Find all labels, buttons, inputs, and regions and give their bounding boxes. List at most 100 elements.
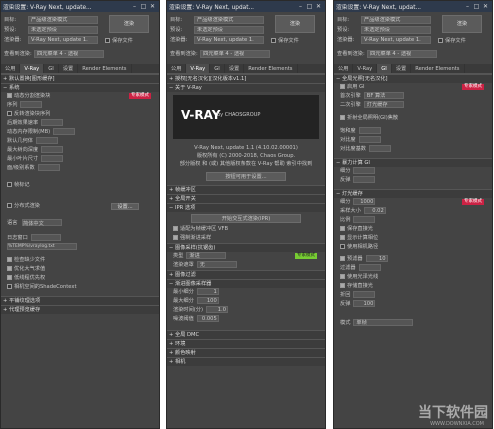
expert-mode-badge[interactable]: 专家模式 — [295, 253, 317, 259]
minimize-icon[interactable]: – — [296, 3, 305, 10]
tab-render-elements[interactable]: Render Elements — [78, 64, 132, 73]
maximize-icon[interactable]: □ — [305, 3, 314, 10]
preset-dropdown[interactable]: 未选定预设 — [28, 25, 98, 34]
checkbox[interactable] — [340, 283, 345, 288]
lc-prefilter-row[interactable]: 预滤器 10 — [334, 255, 492, 264]
tab-vray[interactable]: V-Ray — [20, 64, 45, 73]
render-time-field[interactable]: 1.0 — [206, 306, 228, 313]
saturation-field[interactable] — [358, 127, 381, 134]
tab-render-elements[interactable]: Render Elements — [244, 64, 298, 73]
primary-engine-dropdown[interactable]: BF 算法 — [363, 92, 404, 99]
section-color-mapping[interactable]: + 颜色映射 — [167, 348, 325, 357]
secondary-engine-dropdown[interactable]: 灯光缓存 — [363, 101, 404, 108]
bf-subdivs-field[interactable] — [353, 167, 376, 174]
fit-vfb-row[interactable]: 适配为帧缓冲区 VFB — [167, 225, 325, 234]
target-dropdown[interactable]: 产品级渲染模式 — [194, 15, 264, 24]
maximize-icon[interactable]: □ — [139, 3, 148, 10]
checkbox[interactable] — [7, 284, 12, 289]
lc-store-direct2-row[interactable]: 存储直接光 — [334, 282, 492, 291]
lc-bounces-field[interactable]: 100 — [353, 300, 376, 307]
refractive-caustics-row[interactable]: 折射全局照明(GI)焦散 — [334, 114, 492, 123]
lc-glossy-rays-row[interactable]: 使用光泽光线 — [334, 273, 492, 282]
reverse-sequence-row[interactable]: 反转渲染块序列 — [1, 110, 159, 119]
render-button[interactable]: 渲染 — [442, 15, 482, 33]
section-environment[interactable]: + 环境 — [167, 339, 325, 348]
optimize-atmos-row[interactable]: 优化大气求值 — [1, 265, 159, 274]
save-file-checkbox[interactable] — [271, 38, 276, 43]
checkbox[interactable] — [7, 266, 12, 271]
tab-vray[interactable]: V-Ray — [186, 64, 211, 73]
view-dropdown[interactable]: 四元菜单 4 - 透视 — [367, 49, 437, 58]
render-button[interactable]: 渲染 — [275, 15, 315, 33]
section-default-displacement[interactable]: + 默认置换[图形缓存] — [1, 74, 159, 83]
section-image-sampler[interactable]: − 图像采样(抗锯齿) — [167, 243, 325, 252]
section-ipr-options[interactable]: − IPR 选项 — [167, 203, 325, 212]
close-icon[interactable]: ✕ — [481, 3, 490, 10]
section-proxy-preview[interactable]: + 代理预览缓存 — [1, 305, 159, 314]
lc-mode-dropdown[interactable]: 单帧 — [353, 319, 414, 326]
render-mask-dropdown[interactable]: 无 — [196, 261, 237, 268]
tab-common[interactable]: 公用 — [334, 64, 354, 73]
post-effects-field[interactable] — [41, 119, 64, 126]
memory-field[interactable] — [53, 128, 76, 135]
lc-camera-path-row[interactable]: 使用相机路径 — [334, 243, 492, 252]
checkbox[interactable] — [340, 115, 345, 120]
expert-mode-badge[interactable]: 专家模式 — [462, 199, 484, 205]
checkbox[interactable] — [7, 257, 12, 262]
section-camera[interactable]: + 相机 — [167, 357, 325, 366]
minimize-icon[interactable]: – — [463, 3, 472, 10]
lc-subdivs-field[interactable]: 1000 — [353, 198, 376, 205]
renderer-dropdown[interactable]: V-Ray Next, update 1. — [361, 35, 431, 44]
lc-prefilter-field[interactable]: 10 — [365, 255, 388, 262]
bf-bounces-field[interactable] — [353, 176, 376, 183]
view-dropdown[interactable]: 四元菜单 4 - 透视 — [200, 49, 270, 58]
tab-gi[interactable]: GI — [377, 64, 392, 73]
lc-show-calc-row[interactable]: 显示计算相位 — [334, 234, 492, 243]
noise-threshold-field[interactable]: 0.005 — [196, 315, 219, 322]
max-subdivs-field[interactable]: 100 — [196, 297, 219, 304]
checkbox[interactable] — [7, 93, 12, 98]
sequence-dropdown[interactable] — [20, 101, 43, 108]
dynamic-split-row[interactable]: 动态分割渲染块 专家模式 — [1, 92, 159, 101]
checkbox[interactable] — [340, 226, 345, 231]
tree-depth-field[interactable] — [41, 146, 64, 153]
save-file-checkbox[interactable] — [105, 38, 110, 43]
tab-render-elements[interactable]: Render Elements — [411, 64, 465, 73]
expert-mode-badge[interactable]: 专家模式 — [129, 93, 151, 99]
lc-sample-size-field[interactable]: 0.02 — [363, 207, 386, 214]
target-dropdown[interactable]: 产品级渲染模式 — [28, 15, 98, 24]
title-bar[interactable]: 渲染设置: V-Ray Next, updat... – □ ✕ — [334, 1, 492, 12]
check-missing-row[interactable]: 检查缺少文件 — [1, 256, 159, 265]
geometry-dropdown[interactable] — [35, 137, 58, 144]
enable-gi-row[interactable]: 启用 GI 专家模式 — [334, 83, 492, 92]
tab-gi[interactable]: GI — [44, 64, 59, 73]
renderer-dropdown[interactable]: V-Ray Next, update 1. — [194, 35, 264, 44]
title-bar[interactable]: 渲染设置: V-Ray Next, update... – □ ✕ — [1, 1, 159, 12]
lc-scale-dropdown[interactable] — [353, 216, 376, 223]
title-bar[interactable]: 渲染设置: V-Ray Next, updat... – □ ✕ — [167, 1, 325, 12]
section-image-filter[interactable]: + 图像过滤 — [167, 270, 325, 279]
section-framebuffer[interactable]: + 帧缓冲区 — [167, 185, 325, 194]
lc-retrace-field[interactable] — [353, 291, 376, 298]
log-window-dropdown[interactable] — [30, 234, 61, 241]
face-coef-field[interactable] — [37, 164, 60, 171]
section-about[interactable]: − 关于 V-Ray — [167, 83, 325, 92]
section-brute-force[interactable]: − 暴力计算 GI — [334, 158, 492, 167]
camera-shadecontext-row[interactable]: 相机空间的ShadeContext — [1, 283, 159, 292]
section-global-dmc[interactable]: + 全局 DMC — [167, 330, 325, 339]
minimize-icon[interactable]: – — [130, 3, 139, 10]
section-global-switches[interactable]: + 全局开关 — [167, 194, 325, 203]
log-path-field[interactable]: %TEMP%\vraylog.txt — [7, 243, 77, 250]
start-ipr-button[interactable]: 开始交互式渲染(IPR) — [191, 214, 301, 223]
section-progressive-sampler[interactable]: − 渐进图像采样器 — [167, 279, 325, 288]
min-subdivs-field[interactable]: 1 — [196, 288, 219, 295]
leaf-size-field[interactable] — [41, 155, 64, 162]
tab-common[interactable]: 公用 — [167, 64, 187, 73]
tab-common[interactable]: 公用 — [1, 64, 21, 73]
settings-button[interactable]: 设置... — [111, 203, 139, 210]
expert-mode-badge[interactable]: 专家模式 — [462, 84, 484, 90]
target-dropdown[interactable]: 产品级渲染模式 — [361, 15, 431, 24]
lc-store-direct-row[interactable]: 保存直接光 — [334, 225, 492, 234]
sampler-type-dropdown[interactable]: 渐进 — [186, 252, 227, 259]
view-dropdown[interactable]: 四元菜单 4 - 透视 — [34, 49, 104, 58]
